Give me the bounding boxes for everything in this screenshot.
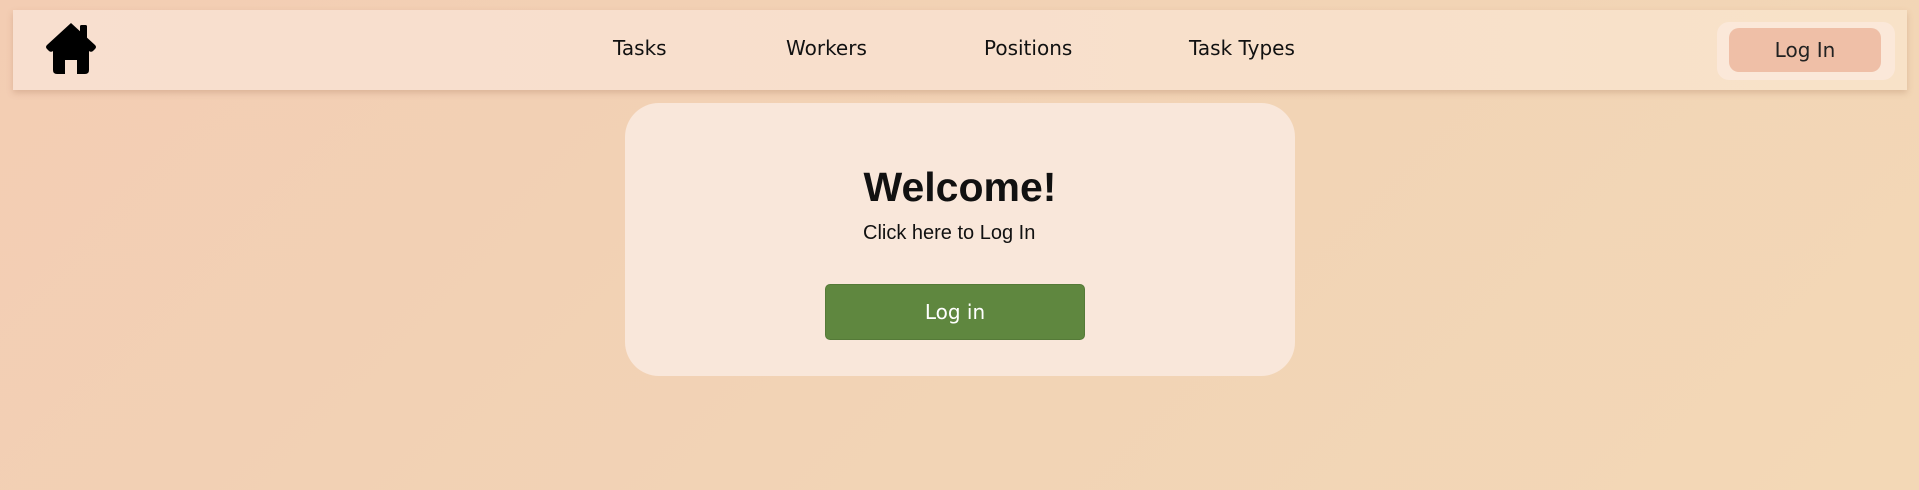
home-button[interactable] bbox=[43, 20, 99, 76]
welcome-heading: Welcome! bbox=[863, 164, 1057, 210]
nav-link-positions[interactable]: Positions bbox=[984, 36, 1072, 60]
login-button[interactable]: Log in bbox=[825, 284, 1085, 340]
nav-link-workers[interactable]: Workers bbox=[786, 36, 867, 60]
nav-link-task-types[interactable]: Task Types bbox=[1189, 36, 1295, 60]
nav-login-button[interactable]: Log In bbox=[1729, 28, 1881, 72]
login-prompt-text: Click here to Log In bbox=[863, 222, 1036, 244]
home-icon bbox=[46, 23, 96, 74]
top-navbar: Tasks Workers Positions Task Types Log I… bbox=[13, 10, 1907, 90]
welcome-card: Welcome! Click here to Log In Log in bbox=[625, 103, 1295, 376]
login-button-container: Log In bbox=[1717, 22, 1895, 80]
nav-link-tasks[interactable]: Tasks bbox=[613, 36, 667, 60]
